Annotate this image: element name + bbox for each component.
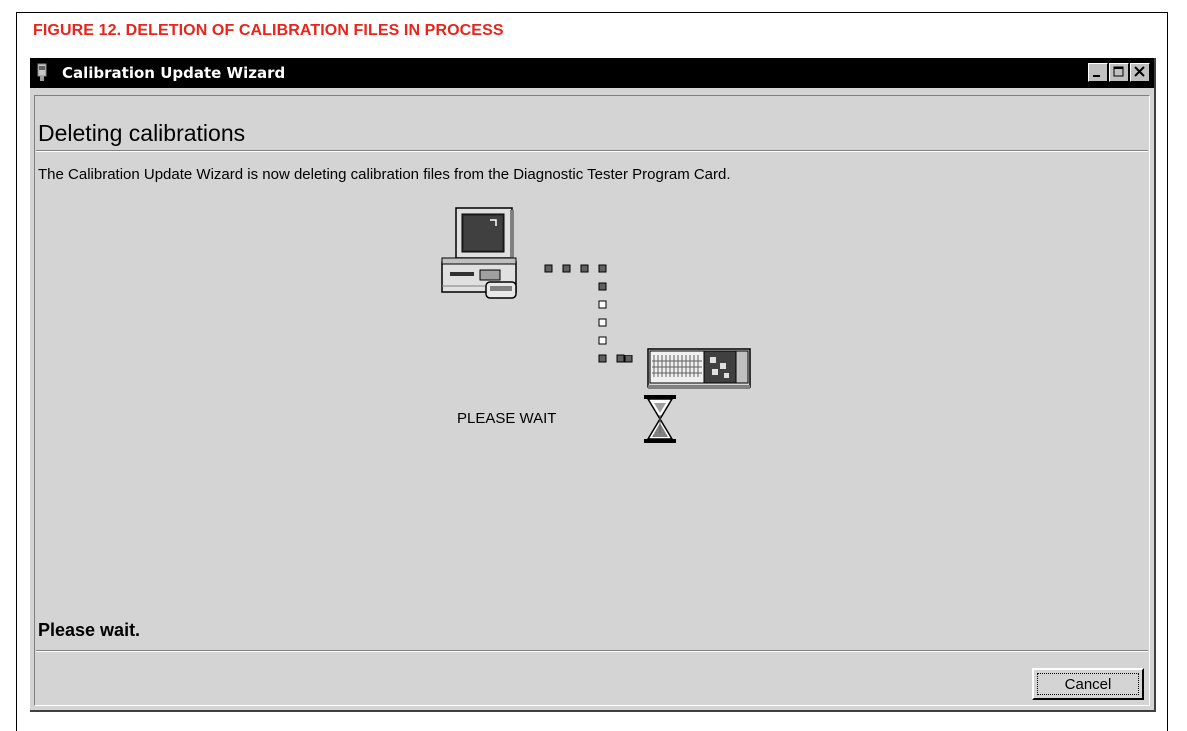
transfer-path-dots (544, 264, 625, 363)
computer-icon (441, 207, 517, 299)
description-text: The Calibration Update Wizard is now del… (38, 166, 731, 183)
animation-label: PLEASE WAIT (457, 410, 557, 427)
figure-caption: FIGURE 12. DELETION OF CALIBRATION FILES… (33, 22, 504, 39)
wizard-client-area (34, 95, 1150, 706)
title-bar[interactable]: Calibration Update Wizard (30, 58, 1154, 88)
close-icon (1134, 66, 1145, 77)
cancel-button-label: Cancel (1037, 673, 1139, 695)
transfer-path-end-dots (624, 355, 633, 363)
status-text: Please wait. (38, 620, 141, 640)
page-title: Deleting calibrations (38, 120, 246, 146)
window-title: Calibration Update Wizard (62, 64, 286, 82)
app-icon (37, 63, 47, 81)
wizard-window: Calibration Update Wizard Deleting calib… (30, 58, 1156, 712)
diagnostic-tester-icon (647, 348, 751, 389)
maximize-button[interactable] (1109, 63, 1129, 82)
minimize-button[interactable] (1088, 63, 1108, 82)
cancel-button[interactable]: Cancel (1032, 668, 1144, 700)
hourglass-icon (644, 395, 676, 443)
footer-divider (36, 650, 1148, 652)
maximize-icon (1113, 66, 1124, 77)
window-controls (1087, 63, 1150, 82)
heading-divider (36, 150, 1148, 152)
minimize-icon (1093, 75, 1100, 77)
close-button[interactable] (1130, 63, 1150, 82)
